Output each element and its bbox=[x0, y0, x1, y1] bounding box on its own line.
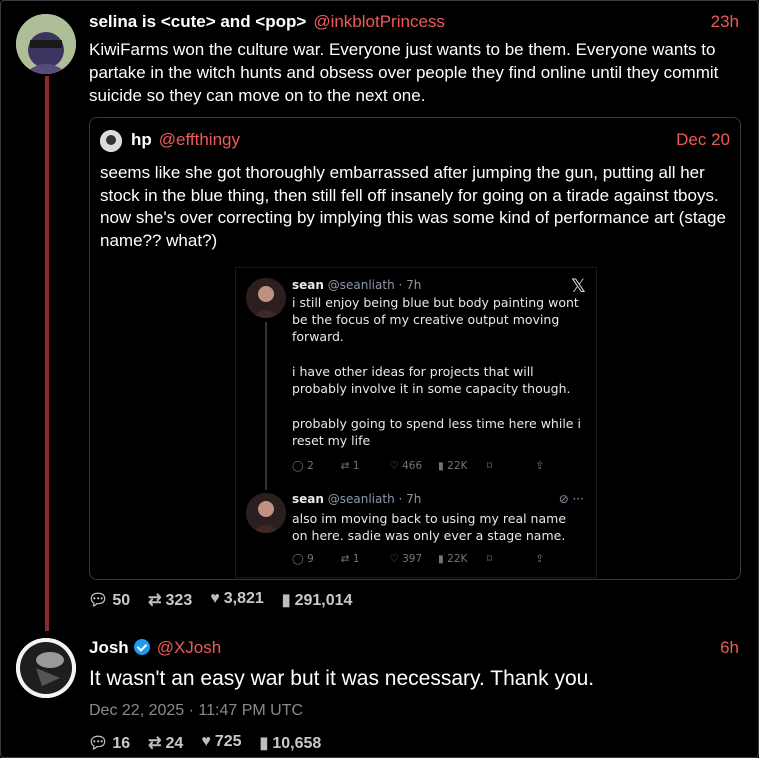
post-header: selina is <cute> and <pop> @inkblotPrinc… bbox=[89, 12, 739, 32]
post-stats: 💬︎ 50 ⇄ 323 ♥ 3,821 ▮ 291,014 bbox=[88, 590, 352, 610]
screenshot-stats-2: ◯ 9 ⇄ 1 ♡ 397 ▮ 22K ⌑ ⇪ bbox=[292, 553, 584, 565]
screenshot-text-2: i have other ideas for projects that wil… bbox=[292, 364, 571, 396]
post-stats: 💬︎ 16 ⇄ 24 ♥ 725 ▮ 10,658 bbox=[88, 733, 321, 753]
avatar[interactable] bbox=[16, 14, 76, 74]
like-icon: ♥ bbox=[210, 590, 220, 607]
like-icon: ♡ 397 bbox=[389, 553, 423, 565]
screenshot-header: sean @seanliath · 7h bbox=[292, 492, 421, 506]
reply-icon: ◯ 9 bbox=[292, 553, 314, 565]
quote-display-name[interactable]: hp bbox=[131, 130, 152, 150]
bookmark-icon: ⌑ bbox=[486, 553, 493, 565]
screenshot-avatar bbox=[246, 493, 286, 533]
screenshot-handle: @seanliath · 7h bbox=[327, 278, 422, 292]
views-button[interactable]: ▮ 10,658 bbox=[260, 733, 322, 753]
screenshot-name: sean bbox=[292, 278, 324, 292]
views-icon: ▮ bbox=[259, 735, 269, 752]
avatar[interactable] bbox=[16, 638, 76, 698]
reply-icon: ◯ 2 bbox=[292, 460, 314, 472]
post-header: Josh @XJosh 6h bbox=[89, 637, 739, 658]
like-icon: ♥ bbox=[201, 733, 211, 750]
user-handle[interactable]: @XJosh bbox=[157, 638, 222, 658]
screenshot-text-1: i still enjoy being blue but body painti… bbox=[292, 295, 579, 344]
reply-button[interactable]: 💬︎ 50 bbox=[88, 590, 130, 610]
screenshot-name: sean bbox=[292, 492, 324, 506]
screenshot-header: sean @seanliath · 7h bbox=[292, 278, 421, 292]
share-icon: ⇪ bbox=[535, 553, 545, 565]
thread-connector-line bbox=[45, 76, 49, 631]
screenshot-text-4: also im moving back to using my real nam… bbox=[292, 511, 567, 543]
quote-handle[interactable]: @effthingy bbox=[159, 130, 240, 150]
bookmark-icon: ⌑ bbox=[486, 460, 493, 472]
display-name[interactable]: selina is <cute> and <pop> bbox=[89, 12, 306, 32]
reply-icon: 💬︎ bbox=[88, 592, 109, 609]
repost-button[interactable]: ⇄ 323 bbox=[148, 590, 192, 610]
verified-icon bbox=[133, 639, 150, 655]
repost-icon: ⇄ 1 bbox=[340, 460, 360, 472]
user-handle[interactable]: @inkblotPrincess bbox=[313, 12, 445, 32]
views-icon: ▮ 22K bbox=[438, 553, 468, 565]
post-date[interactable]: Dec 22, 2025 · 11:47 PM UTC bbox=[89, 702, 303, 720]
views-button[interactable]: ▮ 291,014 bbox=[282, 590, 353, 610]
views-icon: ▮ bbox=[281, 592, 291, 609]
more-options-icon: ⊘ ··· bbox=[558, 492, 584, 506]
post-time[interactable]: 23h bbox=[711, 12, 739, 32]
screenshot-handle: @seanliath · 7h bbox=[327, 492, 422, 506]
like-button[interactable]: ♥ 3,821 bbox=[210, 590, 264, 610]
repost-icon: ⇄ bbox=[148, 735, 162, 752]
screenshot-text-3: probably going to spend less time here w… bbox=[292, 416, 581, 448]
like-button[interactable]: ♥ 725 bbox=[201, 733, 241, 753]
screenshot-stats-1: ◯ 2 ⇄ 1 ♡ 466 ▮ 22K ⌑ ⇪ bbox=[292, 460, 584, 472]
reply-icon: 💬︎ bbox=[88, 735, 109, 752]
quote-avatar[interactable] bbox=[100, 130, 122, 152]
repost-icon: ⇄ 1 bbox=[340, 553, 360, 565]
screenshot-thread-line bbox=[265, 322, 267, 490]
like-icon: ♡ 466 bbox=[389, 460, 423, 472]
quote-time[interactable]: Dec 20 bbox=[676, 130, 730, 150]
post-text: It wasn't an easy war but it was necessa… bbox=[89, 667, 595, 690]
screenshot-avatar bbox=[246, 278, 286, 318]
embedded-screenshot[interactable]: 𝕏 sean @seanliath · 7h i still enjoy bei… bbox=[235, 267, 597, 578]
repost-button[interactable]: ⇄ 24 bbox=[148, 733, 183, 753]
repost-icon: ⇄ bbox=[148, 592, 162, 609]
display-name[interactable]: Josh bbox=[89, 638, 129, 658]
quote-header: hp @effthingy Dec 20 bbox=[100, 130, 730, 152]
views-icon: ▮ 22K bbox=[438, 460, 468, 472]
share-icon: ⇪ bbox=[535, 460, 545, 472]
reply-button[interactable]: 💬︎ 16 bbox=[88, 733, 130, 753]
quoted-post[interactable]: hp @effthingy Dec 20 seems like she got … bbox=[89, 117, 741, 580]
post-text: KiwiFarms won the culture war. Everyone … bbox=[89, 40, 719, 105]
post-time[interactable]: 6h bbox=[720, 638, 739, 658]
quote-text: seems like she got thoroughly embarrasse… bbox=[100, 163, 726, 250]
